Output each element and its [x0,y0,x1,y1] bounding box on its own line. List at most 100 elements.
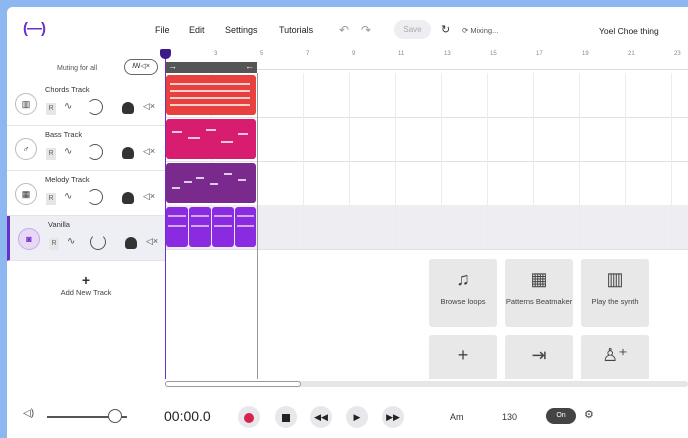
track-name[interactable]: Melody Track [45,175,90,184]
record-arm-button[interactable]: R [46,193,56,205]
track-name[interactable]: Bass Track [45,130,82,139]
ruler-mark: 17 [536,51,543,57]
tile-label: Play the synth [591,297,639,306]
browse-loops-tile[interactable]: ♫ Browse loops [429,259,497,327]
music-note-icon: ♫ [456,269,470,289]
speaker-icon[interactable]: ◁) [23,408,34,419]
user-name[interactable]: Yoel Choe thing [599,26,659,36]
patterns-beatmaker-tile[interactable]: ▦ Patterns Beatmaker [505,259,573,327]
headphones-icon[interactable] [122,192,134,204]
clip-vanilla-4[interactable] [235,207,256,247]
add-tile[interactable]: + [429,335,497,379]
grid-line [625,73,626,249]
grid-line [395,73,396,249]
arrow-left-icon[interactable]: ← [245,61,254,71]
refresh-icon[interactable]: ↻ [441,23,450,36]
play-synth-tile[interactable]: ▥ Play the synth [581,259,649,327]
mute-all-toggle[interactable]: ꟿ◁× [124,59,158,75]
volume-knob[interactable] [87,144,103,160]
ruler-mark: 9 [352,51,356,57]
ruler-mark: 7 [306,51,310,57]
track-row-melody[interactable]: ▦ Melody Track R ∿ ◁× [7,171,165,216]
loop-end-line [257,73,258,379]
automation-icon[interactable]: ∿ [67,236,75,247]
drum-icon[interactable]: ◙ [18,228,40,250]
track-name[interactable]: Vanilla [48,220,70,229]
ruler-mark: 11 [398,51,405,57]
ruler-mark: 3 [214,51,218,57]
track-row-chords[interactable]: ▥ Chords Track R ∿ ◁× [7,81,165,126]
app-logo[interactable]: (—) [23,20,46,37]
rewind-button[interactable]: ◀◀ [310,406,332,428]
mute-icon[interactable]: ◁× [143,146,155,157]
fast-forward-button[interactable]: ▶▶ [382,406,404,428]
record-icon [244,412,254,423]
tempo-display[interactable]: 130 [502,412,517,422]
menu-tutorials[interactable]: Tutorials [279,25,313,35]
save-button[interactable]: Save [394,20,431,39]
settings-gear-icon[interactable]: ⚙ [584,408,594,421]
record-arm-button[interactable]: R [49,238,59,250]
piano-icon[interactable]: ▥ [15,93,37,115]
track-row-vanilla[interactable]: ◙ Vanilla R ∿ ◁× [7,216,165,261]
play-button[interactable]: ▶ [346,406,368,428]
import-tile[interactable]: ⇥ [505,335,573,379]
clip-chords[interactable] [166,75,256,115]
mute-icon[interactable]: ◁× [146,236,158,247]
tile-label: Browse loops [440,297,486,306]
headphones-icon[interactable] [122,102,134,114]
grid-line [579,73,580,249]
menu-edit[interactable]: Edit [189,25,205,35]
track-row-bass[interactable]: ♂ Bass Track R ∿ ◁× [7,126,165,171]
clip-vanilla-3[interactable] [212,207,234,247]
volume-knob[interactable] [87,189,103,205]
horizontal-scrollbar[interactable] [165,381,688,387]
invite-tile[interactable]: ♙⁺ [581,335,649,379]
piano-keys-icon: ▥ [606,269,624,289]
automation-icon[interactable]: ∿ [64,101,72,112]
clip-vanilla-2[interactable] [189,207,211,247]
menu-settings[interactable]: Settings [225,25,258,35]
loop-region-bar[interactable]: → ← [165,61,257,73]
guitar-icon[interactable]: ♂ [15,138,37,160]
record-arm-button[interactable]: R [46,103,56,115]
track-name[interactable]: Chords Track [45,85,90,94]
headphones-icon[interactable] [125,237,137,249]
clip-vanilla-1[interactable] [166,207,188,247]
add-user-icon: ♙⁺ [602,345,628,365]
undo-icon[interactable]: ↶ [339,23,349,37]
keyboard-icon[interactable]: ▦ [15,183,37,205]
record-button[interactable] [238,406,260,428]
record-arm-button[interactable]: R [46,148,56,160]
volume-knob[interactable] [90,234,106,250]
key-display[interactable]: Am [450,412,464,422]
stop-button[interactable] [275,406,297,428]
volume-slider[interactable] [47,409,127,423]
clip-melody[interactable] [166,163,256,203]
headphones-icon[interactable] [122,147,134,159]
app-window: (—) File Edit Settings Tutorials ↶ ↷ Sav… [7,7,688,438]
transport-bar: ◁) 00:00.0 ◀◀ ▶ ▶▶ Am 130 On ⚙ [7,395,688,438]
automation-icon[interactable]: ∿ [64,146,72,157]
ruler-mark: 13 [444,51,451,57]
volume-slider-thumb[interactable] [108,409,122,423]
redo-icon[interactable]: ↷ [361,23,371,37]
volume-knob[interactable] [87,99,103,115]
arrangement-grid[interactable]: ♫ Browse loops ▦ Patterns Beatmaker ▥ Pl… [165,73,688,379]
metronome-toggle[interactable]: On [546,408,576,424]
play-icon: ▶ [353,412,361,422]
sync-icon: ⟳ [462,26,469,35]
playhead-line[interactable] [165,49,166,379]
scrollbar-thumb[interactable] [165,381,301,387]
clip-bass[interactable] [166,119,256,159]
mute-icon[interactable]: ◁× [143,101,155,112]
ruler-mark: 5 [260,51,264,57]
menu-file[interactable]: File [155,25,170,35]
playhead-handle[interactable] [160,49,171,59]
arrow-right-icon[interactable]: → [168,61,177,71]
mute-icon[interactable]: ◁× [143,191,155,202]
grid-line [671,73,672,249]
ruler-mark: 15 [490,51,497,57]
automation-icon[interactable]: ∿ [64,191,72,202]
add-new-track-button[interactable]: + Add New Track [7,269,165,313]
